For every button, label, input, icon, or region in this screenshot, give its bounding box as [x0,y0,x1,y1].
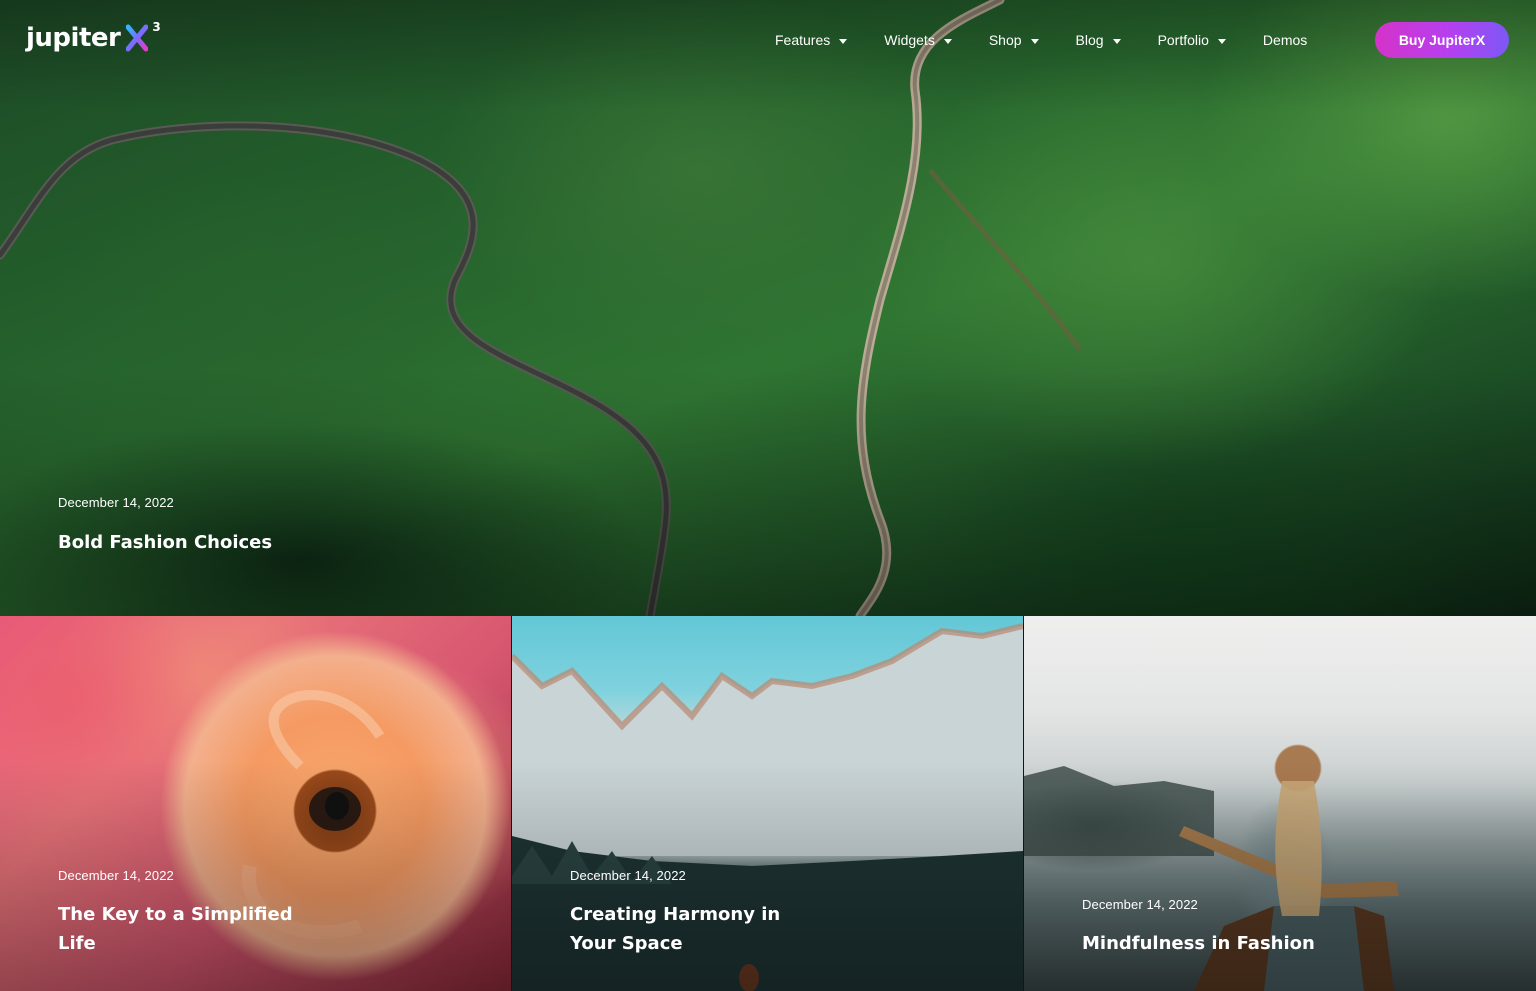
nav-item-label: Demos [1262,32,1308,48]
nav-item-portfolio[interactable]: Portfolio [1158,32,1226,48]
caret-down-icon [839,38,848,44]
site-header: jupiter 3 Features Widgets Shop Blog Por… [0,0,1536,80]
caret-down-icon [943,38,952,44]
post-card[interactable]: December 14, 2022 Creating Harmony in Yo… [512,616,1023,991]
caret-down-icon [1112,38,1121,44]
post-card[interactable]: December 14, 2022 The Key to a Simplifie… [0,616,511,991]
post-meta: December 14, 2022 Mindfulness in Fashion [1082,897,1382,958]
nav-item-demos[interactable]: Demos [1263,32,1307,48]
hero-post-meta: December 14, 2022 Bold Fashion Choices [58,495,272,557]
post-meta: December 14, 2022 The Key to a Simplifie… [58,868,318,958]
nav-item-label: Shop [988,32,1022,48]
post-title[interactable]: Creating Harmony in Your Space [570,900,830,958]
logo-version: 3 [152,20,161,34]
nav-item-label: Portfolio [1157,32,1209,48]
nav-item-widgets[interactable]: Widgets [884,32,952,48]
post-meta: December 14, 2022 Creating Harmony in Yo… [570,868,830,958]
caret-down-icon [1030,38,1039,44]
post-title[interactable]: The Key to a Simplified Life [58,900,318,958]
logo-wordmark: jupiter [26,23,121,53]
site-logo[interactable]: jupiter 3 [26,20,161,54]
nav-item-blog[interactable]: Blog [1076,32,1121,48]
post-date: December 14, 2022 [58,868,174,883]
nav-item-shop[interactable]: Shop [989,32,1039,48]
post-date: December 14, 2022 [58,495,174,510]
post-title[interactable]: Mindfulness in Fashion [1082,929,1382,958]
post-grid: December 14, 2022 The Key to a Simplifie… [0,616,1536,991]
post-card[interactable]: December 14, 2022 Mindfulness in Fashion [1024,616,1536,991]
nav-item-label: Features [775,32,831,48]
nav-item-label: Blog [1075,32,1104,48]
post-date: December 14, 2022 [570,868,686,883]
featured-post-hero[interactable]: December 14, 2022 Bold Fashion Choices [0,0,1536,616]
nav-item-features[interactable]: Features [775,32,848,48]
post-date: December 14, 2022 [1082,897,1198,912]
main-navigation: Features Widgets Shop Blog Portfolio Dem… [775,28,1307,52]
caret-down-icon [1217,38,1226,44]
nav-item-label: Widgets [884,32,935,48]
logo-x-icon [126,24,149,52]
buy-jupiterx-button[interactable]: Buy JupiterX [1375,22,1509,58]
post-title[interactable]: Bold Fashion Choices [58,528,272,557]
